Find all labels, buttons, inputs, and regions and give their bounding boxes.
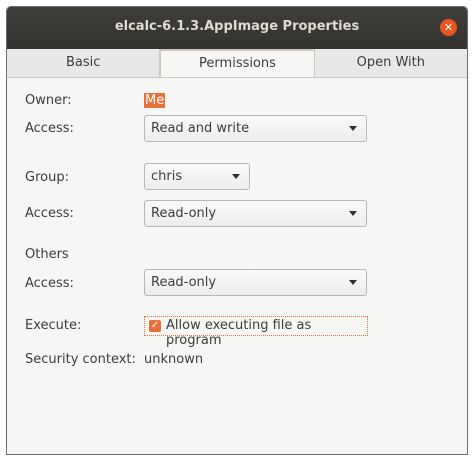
owner-access-label: Access: xyxy=(25,121,74,136)
chevron-down-icon xyxy=(349,280,357,285)
security-context-value: unknown xyxy=(144,352,204,367)
tab-open-with[interactable]: Open With xyxy=(315,49,467,77)
chevron-down-icon xyxy=(349,126,357,131)
group-label: Group: xyxy=(25,170,69,185)
properties-dialog: elcalc-6.1.3.AppImage Properties ✕ Basic… xyxy=(6,6,468,455)
execute-checkbox-label[interactable]: Allow executing file as program xyxy=(166,318,367,348)
window-title: elcalc-6.1.3.AppImage Properties xyxy=(114,19,360,34)
owner-label: Owner: xyxy=(25,93,72,108)
owner-access-value: Read and write xyxy=(151,121,250,136)
group-value: chris xyxy=(151,169,183,184)
security-context-label: Security context: xyxy=(25,352,136,367)
group-access-value: Read-only xyxy=(151,206,217,221)
close-icon[interactable]: ✕ xyxy=(440,19,457,36)
tab-permissions[interactable]: Permissions xyxy=(160,49,315,77)
tab-basic[interactable]: Basic xyxy=(7,49,161,77)
owner-value: Me xyxy=(144,93,166,108)
owner-access-dropdown[interactable]: Read and write xyxy=(144,115,367,142)
execute-checkbox-row[interactable]: ✓ Allow executing file as program xyxy=(144,316,368,348)
group-dropdown[interactable]: chris xyxy=(144,163,250,190)
tab-bar: Basic Permissions Open With xyxy=(7,49,467,78)
chevron-down-icon xyxy=(349,211,357,216)
group-access-label: Access: xyxy=(25,206,74,221)
others-label: Others xyxy=(25,247,69,262)
title-bar[interactable]: elcalc-6.1.3.AppImage Properties ✕ xyxy=(7,7,467,49)
others-access-label: Access: xyxy=(25,276,74,291)
chevron-down-icon xyxy=(232,174,240,179)
others-access-value: Read-only xyxy=(151,275,217,290)
checkmark-icon[interactable]: ✓ xyxy=(149,320,161,332)
execute-label: Execute: xyxy=(25,318,82,333)
others-access-dropdown[interactable]: Read-only xyxy=(144,269,367,296)
group-access-dropdown[interactable]: Read-only xyxy=(144,200,367,227)
